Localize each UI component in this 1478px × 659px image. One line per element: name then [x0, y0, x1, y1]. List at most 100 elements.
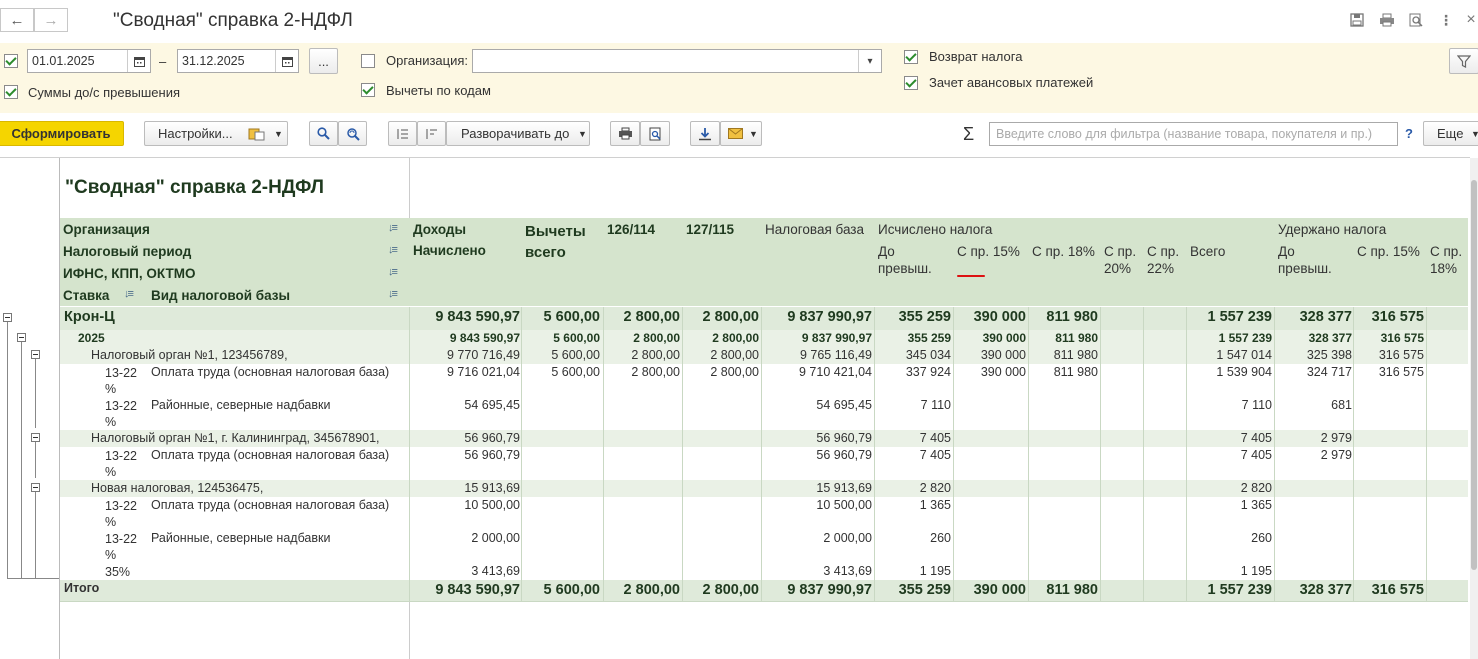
save-icon[interactable]: [1348, 11, 1366, 29]
group-header-label: Организация: [63, 222, 150, 237]
cell-divider: [1426, 330, 1427, 347]
vertical-scrollbar[interactable]: [1470, 158, 1478, 659]
collapse-toggle[interactable]: [17, 333, 26, 342]
more-vert-icon[interactable]: ⋮: [1437, 11, 1455, 29]
sort-icon[interactable]: ↓≡: [388, 244, 408, 258]
sum-icon[interactable]: Σ: [963, 124, 974, 145]
print-button[interactable]: [610, 121, 640, 146]
col-header-sub: Начислено: [413, 243, 486, 258]
refund-checkbox[interactable]: [904, 50, 918, 64]
value-cell: 811 980: [1053, 365, 1098, 379]
back-button[interactable]: ←: [0, 8, 34, 32]
rate-cell: 13-22 %: [105, 449, 137, 479]
cell-divider: [953, 430, 954, 447]
collapse-groups-button[interactable]: [417, 121, 446, 146]
settings-panel: 01.01.2025 – 31.12.2025 ... Организация:…: [0, 43, 1478, 113]
sub-header-18: С пр. 18%: [1029, 241, 1100, 262]
chevron-down-icon: ▼: [274, 128, 283, 139]
forward-button[interactable]: →: [34, 8, 68, 32]
cell-divider: [1100, 364, 1101, 397]
cell-divider: [1353, 497, 1354, 530]
value-cell: 355 259: [898, 582, 951, 598]
chevron-down-icon[interactable]: ▾: [858, 50, 881, 72]
value-cell: 2 800,00: [702, 582, 759, 598]
preview-button[interactable]: [640, 121, 670, 146]
value-cell: 9 765 116,49: [799, 348, 872, 362]
expand-groups-button[interactable]: [388, 121, 417, 146]
cell-divider: [1143, 530, 1144, 563]
col-header-income: Доходы Начислено: [410, 219, 522, 261]
help-button[interactable]: ?: [1405, 126, 1413, 141]
close-icon[interactable]: ×: [1462, 11, 1478, 29]
send-mail-button[interactable]: ▼: [720, 121, 762, 146]
collapse-toggle[interactable]: [31, 350, 40, 359]
sort-icon[interactable]: ↓≡: [124, 288, 144, 302]
sort-icon[interactable]: ↓≡: [388, 288, 408, 302]
value-cell: 5 600,00: [543, 309, 600, 325]
refund-label: Возврат налога: [929, 49, 1023, 64]
value-cell: 10 500,00: [816, 498, 872, 512]
organization-checkbox[interactable]: [361, 54, 375, 68]
sub-header-label: Всего: [1190, 244, 1226, 259]
date-from-field[interactable]: 01.01.2025: [27, 49, 151, 73]
cell-divider: [1353, 397, 1354, 430]
date-to-value: 31.12.2025: [182, 54, 245, 68]
cell-divider: [1143, 480, 1144, 497]
cell-divider: [1353, 430, 1354, 447]
value-cell: 1 365: [919, 498, 951, 512]
sort-icon[interactable]: ↓≡: [388, 266, 408, 280]
settings-button[interactable]: Настройки... ▼: [144, 121, 288, 146]
collapse-toggle[interactable]: [31, 433, 40, 442]
scrollbar-thumb[interactable]: [1471, 180, 1477, 570]
sums-checkbox[interactable]: [4, 85, 18, 99]
rate-cell: 13-22 %: [105, 399, 137, 429]
expand-to-label: Разворачивать до: [461, 126, 570, 141]
cell-divider: [1028, 397, 1029, 430]
value-cell: 10 500,00: [464, 498, 520, 512]
collapse-toggle[interactable]: [31, 483, 40, 492]
date-to-field[interactable]: 31.12.2025: [177, 49, 299, 73]
generate-button[interactable]: Сформировать: [0, 121, 124, 146]
cell-divider: [953, 397, 954, 430]
expand-to-button[interactable]: Разворачивать до ▼: [446, 121, 590, 146]
col-header-deductions: Вычеты всего: [522, 219, 602, 265]
value-cell: 811 980: [1046, 582, 1098, 598]
cell-divider: [521, 430, 522, 447]
sums-label: Суммы до/с превышения: [28, 85, 181, 100]
preview-icon[interactable]: [1407, 11, 1425, 29]
value-cell: 390 000: [980, 348, 1026, 362]
organization-field[interactable]: ▾: [472, 49, 882, 73]
cell-divider: [1100, 563, 1101, 580]
value-cell: 1 539 904: [1216, 365, 1272, 379]
calendar-icon[interactable]: [127, 50, 150, 72]
period-select-button[interactable]: ...: [309, 48, 338, 74]
search-button[interactable]: [309, 121, 338, 146]
value-cell: 15 913,69: [464, 481, 520, 495]
calendar-icon[interactable]: [275, 50, 298, 72]
value-cell: 316 575: [1380, 331, 1424, 345]
collapse-icon: [426, 128, 437, 139]
sub-header-label: С пр. 15%: [957, 244, 1020, 259]
chevron-down-icon: ▼: [749, 128, 758, 139]
filter-input[interactable]: Введите слово для фильтра (название това…: [989, 122, 1398, 146]
deductions-checkbox[interactable]: [361, 83, 375, 97]
group-header-ifns: ИФНС, КПП, ОКТМО: [60, 263, 410, 284]
rate-cell: 13-22 %: [105, 366, 137, 396]
value-cell: 7 110: [920, 398, 951, 412]
period-checkbox[interactable]: [4, 54, 18, 68]
cell-divider: [521, 480, 522, 497]
advance-checkbox[interactable]: [904, 76, 918, 90]
collapse-toggle[interactable]: [3, 313, 12, 322]
print-icon[interactable]: [1378, 11, 1396, 29]
value-cell: 9 716 021,04: [447, 365, 520, 379]
sort-icon[interactable]: ↓≡: [388, 222, 408, 236]
more-button[interactable]: Еще ▼: [1423, 121, 1478, 146]
filter-settings-button[interactable]: [1449, 48, 1478, 74]
value-cell: 9 710 421,04: [799, 365, 872, 379]
value-cell: 54 695,45: [816, 398, 872, 412]
save-file-button[interactable]: [690, 121, 720, 146]
cell-divider: [953, 563, 954, 580]
value-cell: 355 259: [907, 331, 951, 345]
value-cell: 2 800,00: [710, 365, 759, 379]
search-refresh-button[interactable]: [338, 121, 367, 146]
